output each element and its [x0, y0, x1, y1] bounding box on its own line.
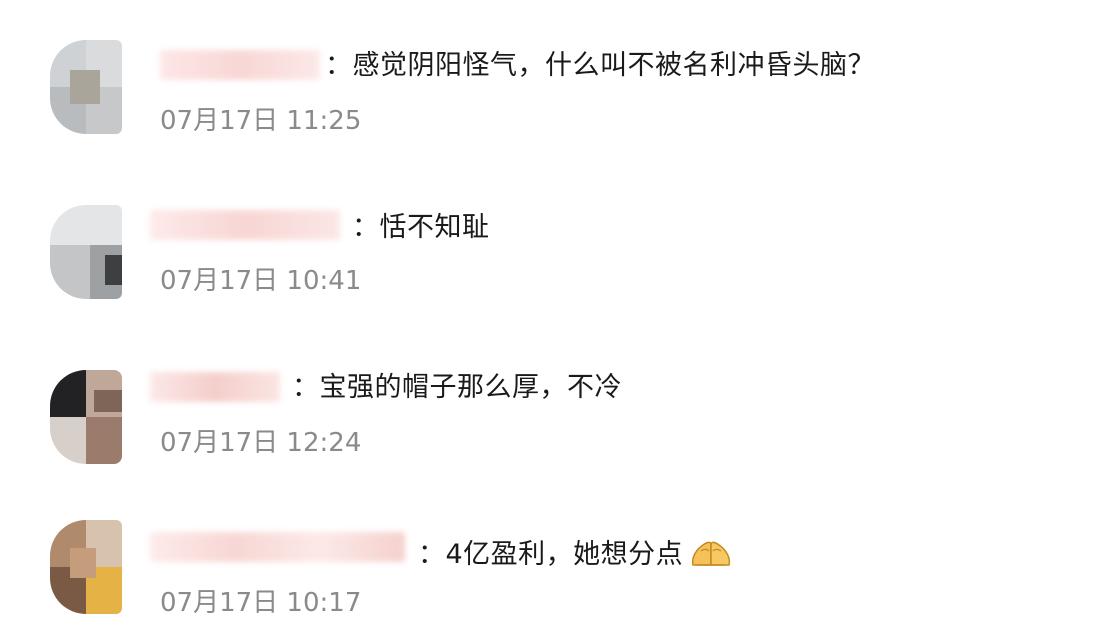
comment-timestamp: 07月17日 10:17: [160, 588, 362, 618]
avatar[interactable]: [50, 370, 122, 464]
comment-text: ：宝强的帽子那么厚，不冷: [292, 372, 622, 403]
comment-timestamp: 07月17日 10:41: [160, 266, 362, 296]
comment-item: ：4亿盈利，她想分点 07月17日 10:17: [0, 0, 1114, 618]
avatar[interactable]: [50, 205, 122, 299]
palms-up-together-icon: [692, 541, 731, 566]
comment-timestamp: 07月17日 12:24: [160, 428, 362, 458]
comment-text: ：恬不知耻: [352, 212, 490, 243]
avatar[interactable]: [50, 520, 122, 614]
blurred-username[interactable]: [150, 372, 280, 402]
comment-text: ：4亿盈利，她想分点: [418, 535, 733, 571]
comment-text-content: ：4亿盈利，她想分点: [418, 539, 684, 570]
blurred-username[interactable]: [150, 210, 340, 240]
blurred-username[interactable]: [150, 532, 405, 562]
